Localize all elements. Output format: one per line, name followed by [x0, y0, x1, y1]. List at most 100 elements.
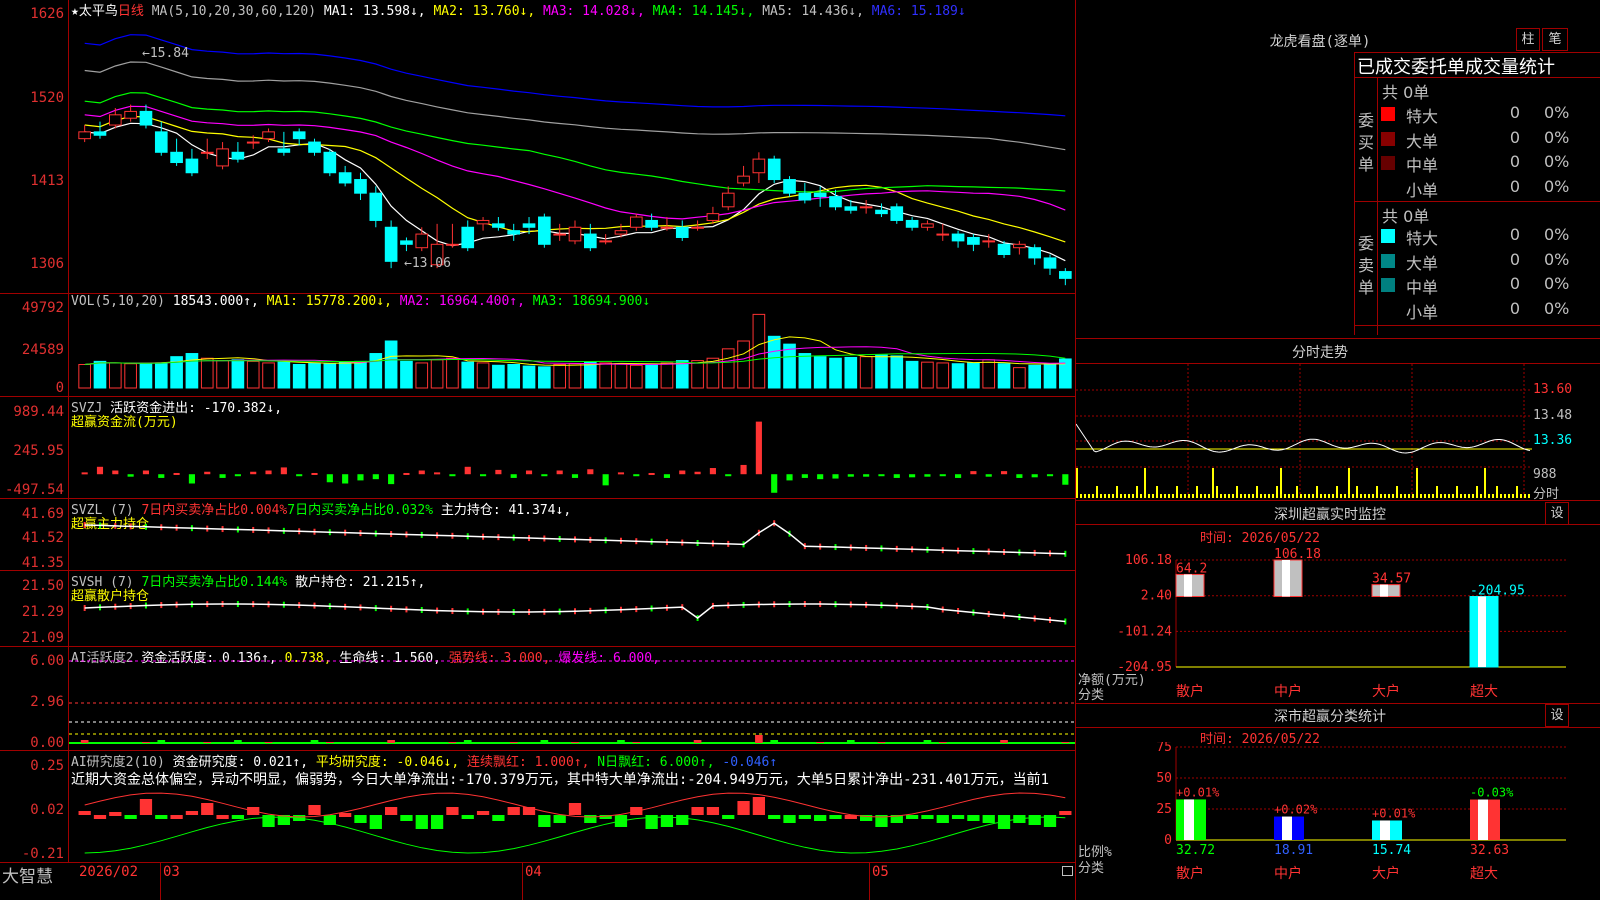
volume-bar — [691, 360, 704, 389]
intraday-vol-bar — [1236, 486, 1238, 498]
svzl-chart[interactable] — [69, 505, 1075, 570]
svsh-y-min: 21.09 — [21, 630, 64, 646]
activity-bar — [663, 742, 671, 743]
volume-bar — [767, 335, 781, 389]
buy-row-value: 0 — [1509, 176, 1520, 196]
intraday-vol-bar — [1228, 494, 1230, 498]
intraday-vol-bar — [1316, 486, 1318, 498]
vol-ma1: MA1: 15778.200↓, — [266, 294, 392, 309]
flow-bar — [602, 474, 609, 486]
volume-bar — [522, 365, 536, 389]
buy-label-char: 买 — [1358, 133, 1375, 152]
monitor-settings-button[interactable]: 设 — [1545, 502, 1569, 525]
volume-bar — [308, 362, 321, 389]
candle-body — [231, 151, 245, 160]
flow-bar — [771, 474, 778, 493]
ai1-chart[interactable] — [69, 660, 1075, 750]
research-bar — [553, 815, 566, 823]
activity-bar — [295, 742, 304, 743]
buy-color-swatch — [1381, 131, 1395, 146]
research-bar — [768, 815, 781, 819]
buy-row-label: 大单 — [1406, 131, 1439, 151]
volume-bar — [200, 357, 214, 389]
flow-bar — [357, 474, 364, 481]
longhu-label-line — [1377, 77, 1378, 335]
class-ytick: 25 — [1156, 802, 1172, 817]
date-label-may: 05 — [872, 864, 889, 880]
flow-bar — [434, 472, 441, 475]
flow-bar — [1031, 474, 1038, 478]
volume-chart[interactable] — [69, 310, 1075, 396]
candle-body — [951, 233, 965, 242]
tick-mode-button[interactable]: 笔 — [1542, 28, 1568, 51]
intraday-vol-bar — [1096, 486, 1098, 498]
svsh-chart[interactable] — [69, 578, 1075, 646]
activity-bar — [862, 742, 870, 743]
candle-body — [982, 240, 996, 243]
intraday-vol-bar — [1164, 494, 1166, 498]
activity-bar — [1015, 742, 1024, 743]
intraday-vol-bar — [1172, 494, 1174, 498]
volume-bar — [737, 340, 750, 389]
research-bar — [829, 815, 842, 819]
volume-bar — [553, 364, 566, 389]
class-chart[interactable]: 75 50 25 0 +0.01% 32.72 散户 +0.02% 18.91 中户 +0.01% 1… — [1076, 742, 1600, 900]
intraday-vol-bar — [1492, 494, 1494, 498]
activity-bar — [417, 742, 426, 743]
activity-bar — [969, 742, 978, 743]
monitor-title-line — [1076, 524, 1600, 525]
volume-bar — [813, 356, 827, 389]
flow-bar — [541, 474, 548, 477]
volume-bar — [108, 362, 122, 389]
intraday-vol-bar — [1460, 494, 1462, 498]
activity-bar — [709, 742, 717, 743]
intraday-vol-bar — [1500, 494, 1502, 498]
activity-bar — [632, 742, 641, 743]
intraday-vol-bar — [1360, 494, 1362, 498]
volume-bar — [629, 364, 643, 389]
intraday-vol-bar — [1408, 494, 1410, 498]
longhu-tabs[interactable]: 已成交委托单成交量统计 — [1357, 53, 1600, 79]
candle-body — [997, 243, 1011, 256]
flow-bar — [311, 472, 318, 475]
class-bar-highlight — [1380, 820, 1390, 840]
research-bar — [155, 815, 168, 819]
bar-mode-button[interactable]: 柱 — [1516, 28, 1540, 51]
activity-bar — [172, 742, 181, 743]
sell-row-label: 大单 — [1406, 253, 1439, 273]
research-bar — [936, 815, 949, 823]
intraday-vol-bar — [1176, 486, 1178, 498]
flow-bar — [801, 474, 808, 478]
monitor-chart[interactable]: 106.18 2.40 -101.24 -204.95 64.2 散户 106.18 中户 34… — [1076, 540, 1600, 700]
class-settings-button[interactable]: 设 — [1545, 704, 1569, 727]
svzl-y-max: 41.69 — [21, 506, 64, 522]
activity-bar — [142, 742, 150, 743]
intraday-vol-bar — [1180, 494, 1182, 498]
research-bar — [722, 815, 735, 819]
sell-row-percent: 0% — [1544, 298, 1570, 318]
candle-body — [675, 226, 689, 238]
intraday-chart[interactable] — [1076, 364, 1532, 498]
class-change-label: +0.01% — [1372, 806, 1416, 820]
activity-bar — [908, 742, 916, 743]
y-tick-1520: 1520 — [30, 90, 64, 106]
lock-icon[interactable] — [1062, 866, 1073, 876]
ai2-y-max: 0.25 — [30, 758, 64, 774]
candle-body — [369, 192, 383, 221]
intraday-vol-bar — [1284, 494, 1286, 498]
candlestick-chart[interactable] — [69, 16, 1075, 292]
activity-bar — [188, 742, 196, 743]
research-green-line — [84, 816, 1066, 854]
candle-body — [1059, 271, 1072, 279]
buy-row-value: 0 — [1509, 152, 1520, 171]
buy-row-value: 0 — [1509, 103, 1520, 122]
research-bar — [814, 815, 827, 821]
sell-color-swatch — [1381, 229, 1395, 243]
activity-bar — [371, 742, 380, 743]
volume-bar — [246, 360, 260, 389]
volume-bar — [1013, 367, 1026, 389]
intraday-vol-bar — [1224, 494, 1226, 498]
candle-body — [338, 172, 352, 184]
svzj-chart[interactable] — [69, 405, 1075, 497]
ai2-chart[interactable] — [69, 765, 1075, 862]
